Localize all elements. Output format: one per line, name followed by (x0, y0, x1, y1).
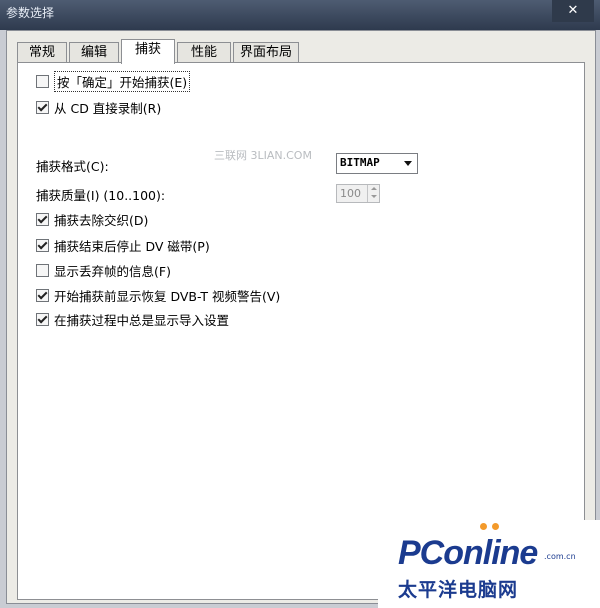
logo-dot (492, 523, 499, 530)
window-title: 参数选择 (6, 6, 55, 20)
logo-chinese-text: 太平洋电脑网 (398, 579, 519, 601)
capture-format-label: 捕获格式(C): (36, 159, 109, 174)
show-import-settings-option[interactable]: 在捕获过程中总是显示导入设置 (36, 311, 230, 328)
watermark-3lian: 三联网 3LIAN.COM (214, 149, 312, 162)
chevron-down-icon[interactable] (404, 161, 412, 166)
deinterlace-checkbox[interactable] (36, 212, 49, 226)
capture-format-value: BITMAP (340, 156, 380, 169)
tab-performance[interactable]: 性能 (177, 42, 231, 63)
dvbt-warning-checkbox[interactable] (36, 288, 49, 302)
tab-capture[interactable]: 捕获 (121, 39, 175, 64)
show-import-settings-label: 在捕获过程中总是显示导入设置 (54, 312, 230, 328)
dvbt-warning-option[interactable]: 开始捕获前显示恢复 DVB-T 视频警告(V) (36, 287, 281, 304)
start-on-ok-checkbox[interactable] (36, 74, 49, 88)
stepper-down-icon[interactable] (368, 193, 379, 201)
capture-quality-label: 捕获质量(I) (10..100): (36, 188, 166, 203)
show-import-settings-checkbox[interactable] (36, 312, 49, 326)
logo-domain-text: .com.cn (544, 552, 576, 561)
tab-edit[interactable]: 编辑 (69, 42, 119, 63)
stop-dv-tape-label: 捕获结束后停止 DV 磁带(P) (54, 238, 210, 254)
capture-quality-value: 100 (340, 187, 361, 200)
capture-format-select[interactable]: BITMAP (336, 153, 418, 174)
start-on-ok-option[interactable]: 按「确定」开始捕获(E) (36, 70, 191, 92)
record-from-cd-option[interactable]: 从 CD 直接录制(R) (36, 99, 162, 116)
dialog-body: 常规 编辑 捕获 性能 界面布局 按「确定」开始捕获(E) 从 CD 直接录制(… (6, 30, 596, 604)
start-on-ok-label: 按「确定」开始捕获(E) (54, 70, 191, 92)
capture-quality-stepper[interactable]: 100 (336, 184, 380, 203)
show-dropped-frames-checkbox[interactable] (36, 263, 49, 277)
record-from-cd-label: 从 CD 直接录制(R) (54, 100, 162, 116)
dvbt-warning-label: 开始捕获前显示恢复 DVB-T 视频警告(V) (54, 288, 281, 304)
show-dropped-frames-label: 显示丢弃帧的信息(F) (54, 263, 171, 279)
deinterlace-label: 捕获去除交织(D) (54, 212, 149, 228)
stepper-up-icon[interactable] (368, 185, 379, 193)
pconline-logo: PConline .com.cn 太平洋电脑网 (378, 520, 600, 608)
stop-dv-tape-option[interactable]: 捕获结束后停止 DV 磁带(P) (36, 237, 210, 254)
stop-dv-tape-checkbox[interactable] (36, 238, 49, 252)
tab-general[interactable]: 常规 (17, 42, 67, 63)
show-dropped-frames-option[interactable]: 显示丢弃帧的信息(F) (36, 262, 171, 279)
deinterlace-option[interactable]: 捕获去除交织(D) (36, 211, 149, 228)
logo-main-text: PConline (398, 534, 538, 572)
title-bar: 参数选择 ✕ (0, 0, 600, 30)
close-button[interactable]: ✕ (552, 0, 594, 22)
stepper-buttons (367, 185, 379, 202)
logo-dot (480, 523, 487, 530)
tab-interface-layout[interactable]: 界面布局 (233, 42, 299, 63)
record-from-cd-checkbox[interactable] (36, 100, 49, 114)
